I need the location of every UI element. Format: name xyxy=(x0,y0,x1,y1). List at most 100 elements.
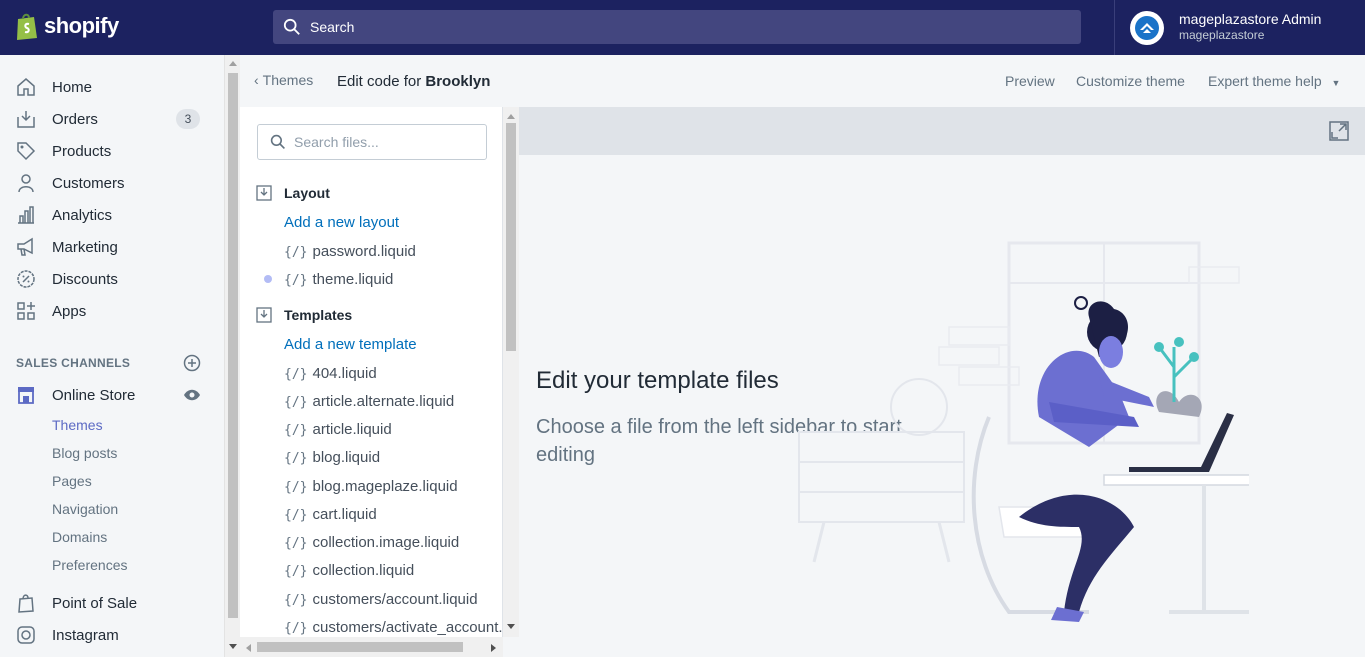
editor-toolbar xyxy=(519,107,1365,155)
file-name: theme.liquid xyxy=(312,271,394,288)
file-item[interactable]: {/} cart.liquid xyxy=(284,506,377,523)
scroll-down-arrow-icon[interactable] xyxy=(228,643,238,651)
scroll-up-arrow-icon[interactable] xyxy=(228,59,238,67)
shopify-bag-icon xyxy=(17,13,37,40)
sidebar-sub-blog-posts[interactable]: Blog posts xyxy=(52,445,117,461)
sidebar-item-orders[interactable]: Orders 3 xyxy=(0,103,224,135)
preview-button[interactable]: Preview xyxy=(1005,73,1055,89)
page-title-prefix: Edit code for xyxy=(337,73,426,90)
file-item[interactable]: {/} 404.liquid xyxy=(284,365,377,382)
sidebar-item-discounts[interactable]: Discounts xyxy=(0,263,224,295)
search-icon xyxy=(283,18,300,35)
sidebar-item-analytics[interactable]: Analytics xyxy=(0,199,224,231)
store-avatar[interactable] xyxy=(1130,11,1164,45)
scroll-left-arrow-icon[interactable] xyxy=(244,643,252,653)
sidebar-item-label: Marketing xyxy=(52,238,118,256)
file-item[interactable]: {/} blog.mageplaze.liquid xyxy=(284,478,458,495)
add-channel-icon[interactable] xyxy=(183,354,201,372)
liquid-file-icon: {/} xyxy=(284,564,308,579)
divider xyxy=(1114,0,1115,55)
sidebar-item-point-of-sale[interactable]: Point of Sale xyxy=(0,587,224,619)
sidebar-item-label: Products xyxy=(52,142,112,160)
file-item[interactable]: {/} article.alternate.liquid xyxy=(284,393,454,410)
expand-icon[interactable] xyxy=(1329,121,1349,141)
file-name: customers/activate_account.liquid xyxy=(312,619,503,636)
file-item[interactable]: {/} customers/activate_account.liquid xyxy=(284,619,503,636)
scroll-up-arrow-icon[interactable] xyxy=(506,112,516,120)
file-name: article.liquid xyxy=(312,421,392,438)
sidebar-item-label: Customers xyxy=(52,174,125,192)
account-name[interactable]: mageplazastore Admin xyxy=(1179,11,1321,27)
add-layout-link[interactable]: Add a new layout xyxy=(284,214,399,231)
folder-download-icon xyxy=(256,185,272,201)
sidebar-item-apps[interactable]: Apps xyxy=(0,295,224,327)
sidebar-sub-navigation[interactable]: Navigation xyxy=(52,501,118,517)
files-vertical-scrollbar[interactable] xyxy=(503,107,519,637)
file-name: customers/account.liquid xyxy=(312,591,478,608)
file-browser: Layout Add a new layout {/} password.liqu… xyxy=(240,107,503,657)
breadcrumb-label: Themes xyxy=(262,72,314,88)
file-name: article.alternate.liquid xyxy=(312,393,455,410)
liquid-file-icon: {/} xyxy=(284,536,308,551)
files-hscroll-thumb[interactable] xyxy=(257,642,463,652)
sidebar-item-customers[interactable]: Customers xyxy=(0,167,224,199)
bar-chart-icon xyxy=(18,206,34,224)
templates-folder-label: Templates xyxy=(284,307,353,323)
file-item[interactable]: {/} article.liquid xyxy=(284,421,392,438)
file-item[interactable]: {/} collection.liquid xyxy=(284,562,414,579)
sidebar-item-label: Discounts xyxy=(52,270,118,288)
liquid-file-icon: {/} xyxy=(284,367,308,382)
sidebar-item-products[interactable]: Products xyxy=(0,135,224,167)
store-logo-icon xyxy=(1135,16,1159,40)
discount-icon xyxy=(17,270,35,288)
file-item[interactable]: {/} theme.liquid xyxy=(284,271,393,288)
megaphone-icon xyxy=(17,237,33,256)
scroll-right-arrow-icon[interactable] xyxy=(490,643,498,653)
file-name: blog.liquid xyxy=(312,449,381,466)
sidebar-sub-preferences[interactable]: Preferences xyxy=(52,557,127,573)
add-template-link[interactable]: Add a new template xyxy=(284,336,417,353)
sidebar-scrollbar[interactable] xyxy=(224,55,240,657)
sidebar-item-label: Apps xyxy=(52,302,87,320)
liquid-file-icon: {/} xyxy=(284,395,308,410)
shopify-logo[interactable]: shopify xyxy=(14,11,119,41)
expert-help-dropdown[interactable]: Expert theme help ▼ xyxy=(1208,73,1340,89)
sidebar-item-instagram[interactable]: Instagram xyxy=(0,619,224,651)
sidebar-sub-pages[interactable]: Pages xyxy=(52,473,92,489)
file-search-box[interactable] xyxy=(257,124,487,160)
global-search[interactable]: Search xyxy=(273,10,1081,44)
file-name: cart.liquid xyxy=(312,506,377,523)
breadcrumb-back[interactable]: ‹ Themes xyxy=(254,72,313,88)
files-horizontal-scrollbar[interactable] xyxy=(240,637,503,657)
sidebar-item-home[interactable]: Home xyxy=(0,71,224,103)
sidebar-scroll-thumb[interactable] xyxy=(228,73,238,618)
person-icon xyxy=(18,174,34,193)
file-item[interactable]: {/} collection.image.liquid xyxy=(284,534,459,551)
files-vscroll-thumb[interactable] xyxy=(506,123,516,351)
liquid-file-icon: {/} xyxy=(284,423,308,438)
page-header: ‹ Themes Edit code for Brooklyn Preview C… xyxy=(240,55,1365,107)
sidebar-sub-domains[interactable]: Domains xyxy=(52,529,107,545)
sidebar-item-online-store[interactable]: Online Store xyxy=(0,379,224,411)
liquid-file-icon: {/} xyxy=(284,273,308,288)
file-name: password.liquid xyxy=(312,243,416,260)
sidebar-sub-themes[interactable]: Themes xyxy=(52,417,103,433)
sidebar-item-label: Point of Sale xyxy=(52,594,138,612)
file-item[interactable]: {/} blog.liquid xyxy=(284,449,380,466)
file-item[interactable]: {/} customers/account.liquid xyxy=(284,591,478,608)
file-name: blog.mageplaze.liquid xyxy=(312,478,458,495)
sidebar-item-marketing[interactable]: Marketing xyxy=(0,231,224,263)
brand-name: shopify xyxy=(44,13,119,38)
layout-folder[interactable]: Layout xyxy=(256,185,330,201)
liquid-file-icon: {/} xyxy=(284,621,308,636)
customize-theme-button[interactable]: Customize theme xyxy=(1076,73,1185,89)
file-item[interactable]: {/} password.liquid xyxy=(284,243,416,260)
theme-name: Brooklyn xyxy=(425,73,491,90)
eye-icon[interactable] xyxy=(183,388,201,402)
file-search-input[interactable] xyxy=(294,134,474,150)
templates-folder[interactable]: Templates xyxy=(256,307,352,323)
file-name: 404.liquid xyxy=(312,365,377,382)
folder-download-icon xyxy=(256,307,272,323)
scroll-down-arrow-icon[interactable] xyxy=(506,623,516,631)
orders-icon xyxy=(17,111,35,128)
